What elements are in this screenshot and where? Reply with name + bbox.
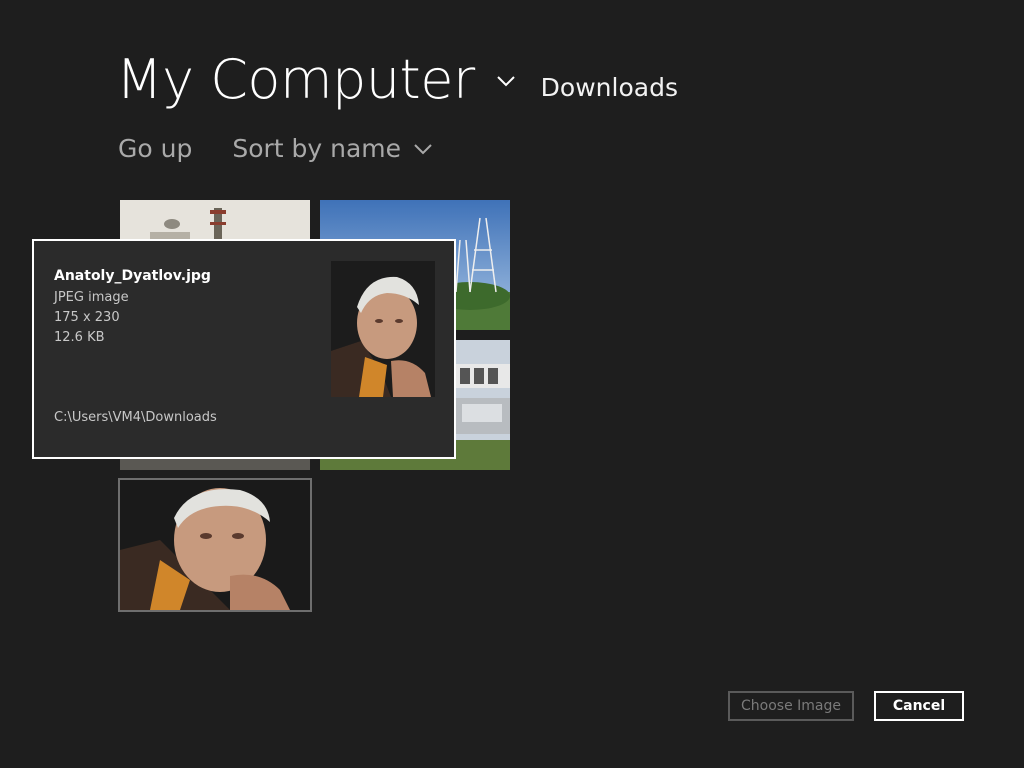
file-tile-selected[interactable] [118,478,312,612]
location-title[interactable]: My Computer [116,48,475,112]
choose-image-button[interactable]: Choose Image [728,691,854,721]
sort-label: Sort by name [232,134,402,163]
chevron-down-icon[interactable] [495,70,517,92]
location-header: My Computer Downloads [116,48,678,112]
sort-dropdown[interactable]: Sort by name [232,134,433,163]
portrait-thumbnail [120,480,310,610]
command-bar: Go up Sort by name [118,134,433,163]
go-up-button[interactable]: Go up [118,134,192,163]
chevron-down-icon [414,143,432,154]
tooltip-dimensions: 175 x 230 [54,310,120,325]
tooltip-path: C:\Users\VM4\Downloads [54,410,217,425]
tooltip-filename: Anatoly_Dyatlov.jpg [54,268,211,284]
file-info-tooltip: Anatoly_Dyatlov.jpg JPEG image 175 x 230… [32,239,456,459]
tooltip-filetype: JPEG image [54,290,129,305]
tooltip-thumbnail [331,261,435,397]
subfolder-label[interactable]: Downloads [541,73,678,102]
cancel-button[interactable]: Cancel [874,691,964,721]
tooltip-filesize: 12.6 KB [54,330,105,345]
